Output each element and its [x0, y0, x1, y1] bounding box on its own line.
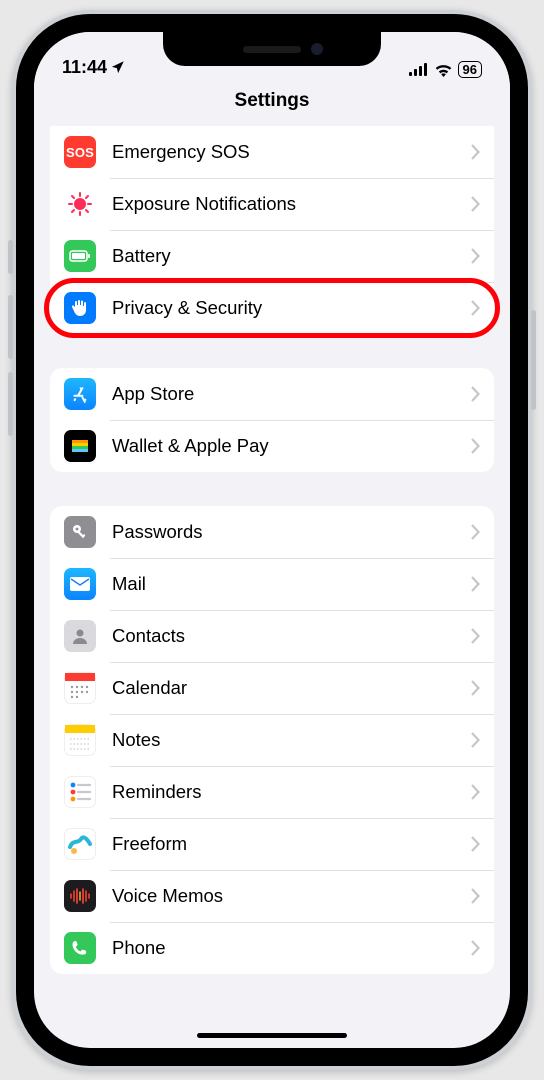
settings-group-core: SOS Emergency SOS Exposure Notifications	[50, 126, 494, 334]
status-time: 11:44	[62, 57, 107, 78]
row-label: Exposure Notifications	[112, 193, 471, 215]
chevron-right-icon	[471, 680, 480, 696]
exposure-icon	[64, 188, 96, 220]
row-voice-memos[interactable]: Voice Memos	[50, 870, 494, 922]
row-label: Phone	[112, 937, 471, 959]
silent-switch	[8, 240, 13, 274]
row-app-store[interactable]: App Store	[50, 368, 494, 420]
row-reminders[interactable]: Reminders	[50, 766, 494, 818]
row-label: Battery	[112, 245, 471, 267]
sos-icon: SOS	[64, 136, 96, 168]
row-calendar[interactable]: Calendar	[50, 662, 494, 714]
wallet-icon	[64, 430, 96, 462]
chevron-right-icon	[471, 386, 480, 402]
row-wallet-apple-pay[interactable]: Wallet & Apple Pay	[50, 420, 494, 472]
device-frame: 11:44 96 Settings SOS Emergency SOS	[12, 10, 532, 1070]
header: Settings	[34, 82, 510, 126]
chevron-right-icon	[471, 524, 480, 540]
row-label: Emergency SOS	[112, 141, 471, 163]
row-privacy-security[interactable]: Privacy & Security	[50, 282, 494, 334]
notes-icon	[64, 724, 96, 756]
row-phone[interactable]: Phone	[50, 922, 494, 974]
row-notes[interactable]: Notes	[50, 714, 494, 766]
chevron-right-icon	[471, 732, 480, 748]
volume-down	[8, 372, 13, 436]
power-button	[531, 310, 536, 410]
row-label: Freeform	[112, 833, 471, 855]
row-label: Notes	[112, 729, 471, 751]
appstore-icon	[64, 378, 96, 410]
reminders-icon	[64, 776, 96, 808]
row-battery[interactable]: Battery	[50, 230, 494, 282]
row-label: Mail	[112, 573, 471, 595]
settings-scroll[interactable]: SOS Emergency SOS Exposure Notifications	[34, 126, 510, 1047]
chevron-right-icon	[471, 940, 480, 956]
row-label: Contacts	[112, 625, 471, 647]
row-label: Wallet & Apple Pay	[112, 435, 471, 457]
chevron-right-icon	[471, 888, 480, 904]
row-contacts[interactable]: Contacts	[50, 610, 494, 662]
row-label: Voice Memos	[112, 885, 471, 907]
contacts-icon	[64, 620, 96, 652]
chevron-right-icon	[471, 628, 480, 644]
chevron-right-icon	[471, 784, 480, 800]
chevron-right-icon	[471, 144, 480, 160]
wifi-icon	[434, 63, 453, 77]
row-label: App Store	[112, 383, 471, 405]
chevron-right-icon	[471, 300, 480, 316]
row-freeform[interactable]: Freeform	[50, 818, 494, 870]
chevron-right-icon	[471, 196, 480, 212]
row-emergency-sos[interactable]: SOS Emergency SOS	[50, 126, 494, 178]
hand-icon	[64, 292, 96, 324]
freeform-icon	[64, 828, 96, 860]
voicememos-icon	[64, 880, 96, 912]
key-icon	[64, 516, 96, 548]
cellular-icon	[409, 63, 429, 76]
settings-group-store: App Store Wallet & Apple Pay	[50, 368, 494, 472]
mail-icon	[64, 568, 96, 600]
battery-icon	[64, 240, 96, 272]
row-exposure-notifications[interactable]: Exposure Notifications	[50, 178, 494, 230]
calendar-icon	[64, 672, 96, 704]
home-indicator[interactable]	[197, 1033, 347, 1038]
row-label: Passwords	[112, 521, 471, 543]
phone-icon	[64, 932, 96, 964]
row-label: Privacy & Security	[112, 297, 471, 319]
chevron-right-icon	[471, 248, 480, 264]
chevron-right-icon	[471, 836, 480, 852]
chevron-right-icon	[471, 438, 480, 454]
battery-level: 96	[458, 61, 482, 78]
row-passwords[interactable]: Passwords	[50, 506, 494, 558]
row-mail[interactable]: Mail	[50, 558, 494, 610]
volume-up	[8, 295, 13, 359]
location-icon	[110, 60, 125, 75]
row-label: Calendar	[112, 677, 471, 699]
notch	[163, 32, 381, 66]
row-label: Reminders	[112, 781, 471, 803]
chevron-right-icon	[471, 576, 480, 592]
settings-group-apps: Passwords Mail Contacts	[50, 506, 494, 974]
page-title: Settings	[34, 90, 510, 112]
